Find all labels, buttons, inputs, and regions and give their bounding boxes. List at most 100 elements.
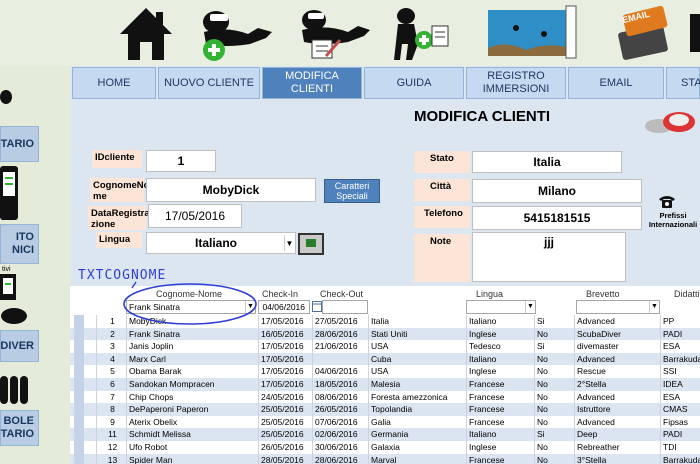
row-cognome-nome: Janis Joplin [126, 340, 256, 353]
calendar-icon[interactable] [312, 300, 322, 312]
filter-brevetto-select[interactable]: ▼ [576, 300, 660, 314]
row-brevetto: Rescue [574, 365, 660, 378]
chevron-down-icon[interactable]: ▼ [525, 301, 535, 313]
row-selector[interactable] [74, 453, 84, 464]
lingua-select[interactable]: Italiano ▼ [146, 232, 296, 254]
row-stato: Galaxia [368, 441, 466, 454]
table-row[interactable]: 3 Janis Joplin 17/05/2016 21/06/2016 USA Tede… [70, 340, 700, 353]
checklist-icon [0, 166, 18, 220]
guide-diver-icon[interactable] [388, 4, 454, 62]
row-check-out: 07/06/2016 [312, 415, 368, 429]
row-id: 2 [96, 327, 126, 341]
flag-button-icon[interactable] [298, 233, 324, 255]
row-flag: No [534, 403, 574, 416]
row-check-out [312, 352, 368, 366]
extra-icon[interactable] [690, 4, 700, 62]
table-row[interactable]: 13 Spider Man 28/05/2016 28/06/2016 Marval Fr… [70, 453, 700, 464]
filter-checkout-field[interactable] [322, 300, 368, 314]
add-diver-icon[interactable] [196, 4, 280, 62]
row-check-out: 30/06/2016 [312, 441, 368, 454]
row-selector[interactable] [74, 415, 84, 429]
row-selector[interactable] [74, 428, 84, 441]
cognomenome-field[interactable]: MobyDick [146, 178, 316, 202]
stato-label: Stato [414, 151, 470, 173]
chevron-down-icon[interactable]: ▼ [284, 235, 294, 251]
row-flag: No [534, 453, 574, 464]
row-didattica: PADI [660, 428, 700, 441]
tab-email[interactable]: EMAIL [568, 67, 664, 99]
sidebar-button-2[interactable]: ITO NICI [0, 224, 39, 264]
row-cognome-nome: Spider Man [126, 453, 256, 464]
stato-field[interactable]: Italia [472, 151, 622, 173]
row-id: 5 [96, 365, 126, 378]
table-row[interactable]: 6 Sandokan Mompracen 17/05/2016 18/05/2016 M… [70, 378, 700, 391]
row-selector[interactable] [74, 352, 84, 366]
table-row[interactable]: 12 Ufo Robot 26/05/2016 30/06/2016 Galaxia In… [70, 441, 700, 454]
row-selector[interactable] [74, 441, 84, 454]
row-id: 6 [96, 378, 126, 391]
row-cognome-nome: DePaperoni Paperon [126, 403, 256, 416]
table-row[interactable]: 9 Aterix Obelix 25/05/2016 07/06/2016 Galia F… [70, 415, 700, 429]
row-selector[interactable] [74, 315, 84, 328]
row-id: 7 [96, 390, 126, 404]
row-cognome-nome: Ufo Robot [126, 441, 256, 454]
row-didattica: TDI [660, 441, 700, 454]
row-selector[interactable] [74, 378, 84, 391]
dataregistrazione-field[interactable]: 17/05/2016 [148, 204, 242, 228]
phone-icon[interactable] [658, 193, 676, 209]
row-cognome-nome: Sandokan Mompracen [126, 378, 256, 391]
row-brevetto: Deep [574, 428, 660, 441]
table-row[interactable]: 2 Frank Sinatra 16/05/2016 28/06/2016 Stati … [70, 327, 700, 341]
row-check-in: 17/05/2016 [258, 340, 310, 353]
row-cognome-nome: Marx Carl [126, 352, 256, 366]
diver-glyph-icon [0, 90, 12, 104]
tab-home[interactable]: HOME [72, 67, 156, 99]
row-selector[interactable] [74, 340, 84, 353]
note-field[interactable]: jjj [472, 232, 626, 282]
sidebar-button-1[interactable]: TARIO [0, 126, 39, 162]
row-lingua: Inglese [466, 441, 534, 454]
idcliente-field[interactable]: 1 [146, 150, 216, 172]
row-selector[interactable] [74, 403, 84, 416]
tab-modifica-clienti[interactable]: MODIFICA CLIENTI [262, 67, 362, 99]
table-row[interactable]: 7 Chip Chops 24/05/2016 08/06/2016 Foresta a… [70, 390, 700, 404]
row-lingua: Italiano [466, 352, 534, 366]
row-selector[interactable] [74, 390, 84, 404]
row-stato: USA [368, 340, 466, 353]
row-flag: No [534, 365, 574, 378]
row-lingua: Francese [466, 390, 534, 404]
filter-checkin-field[interactable]: 04/06/2016 [258, 300, 310, 314]
telefono-field[interactable]: 5415181515 [472, 206, 642, 230]
row-selector[interactable] [74, 365, 84, 378]
tab-guida[interactable]: GUIDA [364, 67, 464, 99]
sidebar-button-3[interactable]: DIVER [0, 330, 39, 362]
row-brevetto: 2°Stella [574, 378, 660, 391]
citta-field[interactable]: Milano [472, 179, 642, 203]
header-didattica: Didatti [674, 289, 700, 299]
table-row[interactable]: 8 DePaperoni Paperon 25/05/2016 26/05/2016 T… [70, 403, 700, 416]
row-flag: Si [534, 340, 574, 353]
filter-lingua-select[interactable]: ▼ [466, 300, 536, 314]
table-row[interactable]: 5 Obama Barak 17/05/2016 04/06/2016 USA Ingle… [70, 365, 700, 378]
tab-nuovo-cliente[interactable]: NUOVO CLIENTE [158, 67, 260, 99]
diver-checklist-icon [0, 274, 27, 324]
caratteri-speciali-button[interactable]: Caratteri Speciali [324, 179, 380, 203]
row-cognome-nome: Chip Chops [126, 390, 256, 404]
chevron-down-icon[interactable]: ▼ [649, 301, 659, 313]
row-flag: No [534, 327, 574, 341]
sidebar-button-4[interactable]: BOLE TARIO [0, 410, 39, 446]
row-id: 8 [96, 403, 126, 416]
home-icon[interactable] [118, 4, 174, 62]
row-cognome-nome: Aterix Obelix [126, 415, 256, 429]
prefissi-internazionali-label[interactable]: Prefissi Internazionali [646, 211, 700, 229]
row-selector[interactable] [74, 327, 84, 341]
edit-diver-icon[interactable] [292, 4, 372, 62]
table-row[interactable]: 4 Marx Carl 17/05/2016 Cuba Italiano No Advanc… [70, 352, 700, 366]
tab-sta[interactable]: STA [666, 67, 700, 99]
tab-registro-immersioni[interactable]: REGISTRO IMMERSIONI [466, 67, 566, 99]
dive-log-icon[interactable] [486, 4, 578, 62]
row-didattica: ESA [660, 340, 700, 353]
row-check-in: 24/05/2016 [258, 390, 310, 404]
row-check-in: 16/05/2016 [258, 327, 310, 341]
table-row[interactable]: 11 Schmidt Melissa 25/05/2016 02/06/2016 Ger… [70, 428, 700, 441]
